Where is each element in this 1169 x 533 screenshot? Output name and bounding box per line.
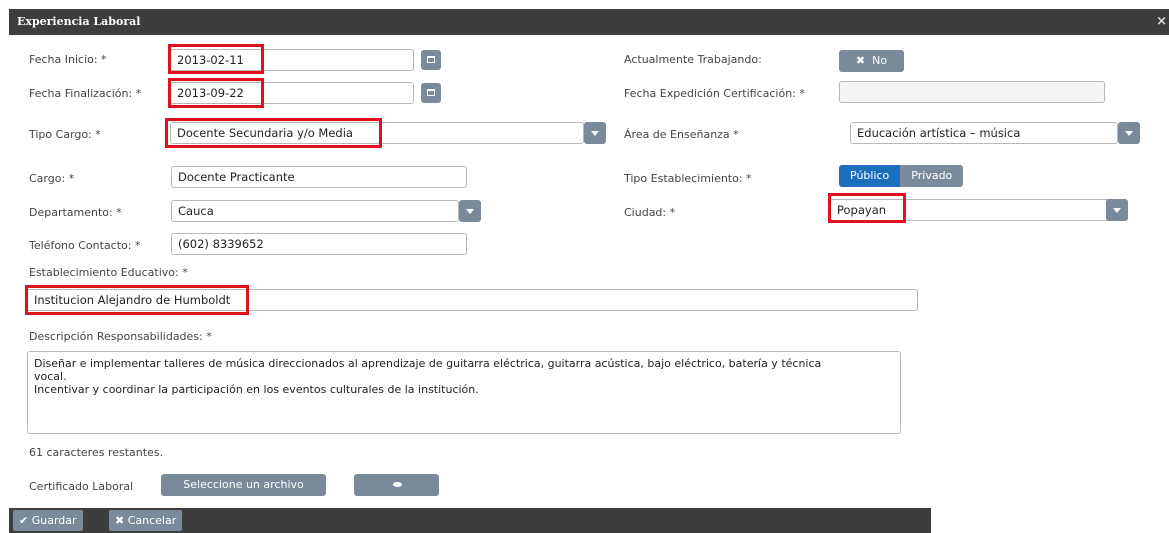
tipo-establecimiento-toggle[interactable]: Público Privado [839,165,964,187]
fecha-inicio-calendar-button[interactable] [421,50,441,70]
highlight-tipo-cargo [165,118,382,148]
close-icon: ✖ [855,54,866,67]
tipo-cargo-label: Tipo Cargo: * [29,128,101,141]
check-icon: ✔ [19,514,29,527]
ciudad-label: Ciudad: * [624,206,676,219]
fecha-inicio-label: Fecha Inicio: * [29,53,107,66]
departamento-select[interactable]: Cauca [171,200,459,222]
telefono-input[interactable]: (602) 8339652 [171,233,467,255]
close-icon[interactable]: × [1156,14,1167,29]
telefono-label: Teléfono Contacto: * [29,239,141,252]
preview-button[interactable] [354,474,439,496]
seleccione-archivo-button[interactable]: Seleccione un archivo [161,474,326,496]
publico-option[interactable]: Público [839,165,901,187]
area-ensenanza-select[interactable]: Educación artística – música [850,122,1118,144]
establecimiento-label: Establecimiento Educativo: * [29,266,188,279]
fecha-finalizacion-calendar-button[interactable] [421,83,441,103]
tipo-establecimiento-label: Tipo Establecimiento: * [624,172,752,185]
cancelar-button[interactable]: ✖ Cancelar [109,510,183,531]
dialog-titlebar: Experiencia Laboral × [9,9,1169,35]
cancelar-label: Cancelar [127,514,177,527]
descripcion-textarea[interactable]: Diseñar e implementar talleres de música… [27,351,901,434]
actualmente-trabajando-toggle[interactable]: ✖ No [839,50,904,72]
caracteres-restantes: 61 caracteres restantes. [29,446,164,459]
dialog-title: Experiencia Laboral [17,15,141,28]
highlight-fecha-inicio [168,44,264,74]
calendar-icon [427,89,435,96]
descripcion-label: Descripción Responsabilidades: * [29,330,212,343]
highlight-fecha-finalizacion [168,78,264,108]
chevron-down-icon[interactable] [584,122,606,144]
highlight-ciudad [828,193,906,223]
departamento-label: Departamento: * [29,206,122,219]
guardar-button[interactable]: ✔ Guardar [13,510,83,531]
highlight-establecimiento [25,285,249,315]
eye-icon [393,482,402,487]
toggle-label: No [872,54,888,67]
chevron-down-icon[interactable] [459,200,481,222]
cargo-input[interactable]: Docente Practicante [171,166,467,188]
fecha-expedicion-input[interactable] [839,81,1105,103]
close-icon: ✖ [115,514,125,527]
certificado-label: Certificado Laboral [29,480,134,493]
chevron-down-icon[interactable] [1118,122,1140,144]
privado-option[interactable]: Privado [900,165,964,187]
actualmente-trabajando-label: Actualmente Trabajando: [624,53,762,66]
guardar-label: Guardar [31,514,77,527]
chevron-down-icon[interactable] [1106,199,1128,221]
dialog-footer: ✔ Guardar ✖ Cancelar [9,508,931,533]
fecha-finalizacion-label: Fecha Finalización: * [29,87,142,100]
fecha-expedicion-label: Fecha Expedición Certificación: * [624,87,805,100]
cargo-label: Cargo: * [29,172,75,185]
calendar-icon [427,56,435,63]
area-ensenanza-label: Área de Enseñanza * [624,128,739,141]
